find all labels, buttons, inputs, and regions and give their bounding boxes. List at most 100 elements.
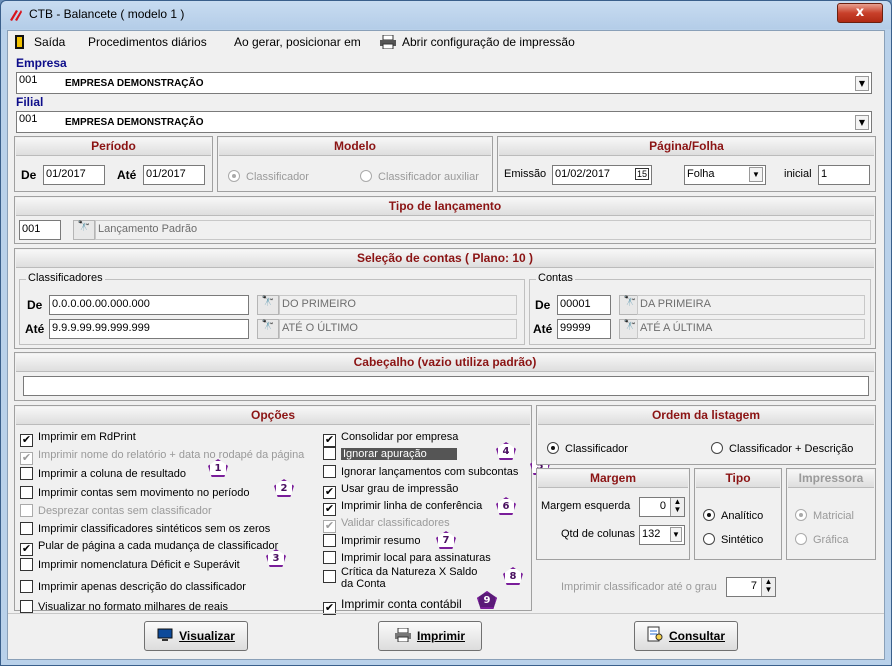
periodo-header: Período xyxy=(16,138,211,156)
emissao-input[interactable]: 01/02/2017 15 xyxy=(552,165,652,185)
contas-ate-desc: ATÉ A ÚLTIMA xyxy=(637,319,865,339)
ordem-opt2-label: Classificador + Descrição xyxy=(729,443,854,455)
opt-consolidar-empresa[interactable]: ✔ Consolidar por empresa xyxy=(323,431,458,447)
lancamento-desc: Lançamento Padrão xyxy=(95,220,871,240)
opt-imprimir-rdprint[interactable]: ✔ Imprimir em RdPrint xyxy=(20,431,136,447)
class-de-desc: DO PRIMEIRO xyxy=(279,295,517,315)
close-button[interactable]: x xyxy=(837,3,883,23)
folha-select[interactable]: Folha ▼ xyxy=(684,165,766,185)
periodo-panel: Período De 01/2017 Até 01/2017 xyxy=(14,136,213,192)
impressora-header: Impressora xyxy=(788,470,874,488)
chevron-down-icon[interactable]: ▼ xyxy=(855,115,869,130)
inicial-label: inicial xyxy=(784,168,812,180)
opt-local-assinaturas[interactable]: Imprimir local para assinaturas xyxy=(323,551,491,566)
empresa-name: EMPRESA DEMONSTRAÇÃO xyxy=(65,78,204,89)
modelo-classificador-auxiliar-radio[interactable]: Classificador auxiliar xyxy=(360,170,479,183)
opcoes-header: Opções xyxy=(16,407,530,425)
cabecalho-input[interactable] xyxy=(23,376,869,396)
contas-de-label: De xyxy=(535,298,551,312)
filial-select[interactable]: 001 EMPRESA DEMONSTRAÇÃO ▼ xyxy=(16,111,872,133)
menu-position-on-generate[interactable]: Ao gerar, posicionar em xyxy=(234,35,361,49)
impressora-grafica-radio: Gráfica xyxy=(795,533,848,546)
binoculars-icon[interactable]: 🔭 xyxy=(73,220,95,240)
opt-contas-sem-movimento[interactable]: Imprimir contas sem movimento no período xyxy=(20,486,250,501)
margem-header: Margem xyxy=(538,470,688,488)
document-search-icon xyxy=(647,626,663,642)
impressora-matricial-radio: Matricial xyxy=(795,509,854,522)
visualizar-button[interactable]: Visualizar xyxy=(144,621,248,651)
class-ate-desc: ATÉ O ÚLTIMO xyxy=(279,319,517,339)
client-area: Saída Procedimentos diários Ao gerar, po… xyxy=(7,30,885,660)
contas-de-input[interactable]: 00001 xyxy=(557,295,611,315)
spinner-icon[interactable]: ▲ ▼ xyxy=(670,498,684,516)
printer-icon xyxy=(394,628,411,642)
opt-ignorar-apuracao[interactable]: Ignorar apuração xyxy=(323,447,457,462)
opt-usar-grau[interactable]: ✔ Usar grau de impressão xyxy=(323,483,458,499)
opt-ignorar-subcontas[interactable]: Ignorar lançamentos com subcontas xyxy=(323,465,518,480)
folha-value: Folha xyxy=(687,168,715,180)
modelo-classificador-radio[interactable]: Classificador xyxy=(228,170,309,183)
periodo-to-label: Até xyxy=(117,168,137,182)
grau-label: Imprimir classificador até o grau xyxy=(561,581,717,593)
ordem-panel: Ordem da listagem Classificador Classifi… xyxy=(536,405,876,465)
empresa-select[interactable]: 001 EMPRESA DEMONSTRAÇÃO ▼ xyxy=(16,72,872,94)
ordem-classificador-radio[interactable]: Classificador xyxy=(547,442,628,455)
tipo-header: Tipo xyxy=(696,470,780,488)
lancamento-header: Tipo de lançamento xyxy=(16,198,874,216)
filial-name: EMPRESA DEMONSTRAÇÃO xyxy=(65,117,204,128)
filial-code: 001 xyxy=(19,113,38,125)
chevron-down-icon[interactable]: ▼ xyxy=(855,76,869,91)
impressora-panel: Impressora Matricial Gráfica xyxy=(786,468,876,560)
class-de-label: De xyxy=(27,298,43,312)
opt-apenas-descricao[interactable]: Imprimir apenas descrição do classificad… xyxy=(20,580,246,595)
menu-daily-procedures[interactable]: Procedimentos diários xyxy=(88,35,207,49)
inicial-input[interactable]: 1 xyxy=(818,165,870,185)
margem-esquerda-value: 0 xyxy=(659,500,666,512)
opt-imprimir-resumo[interactable]: Imprimir resumo xyxy=(323,534,420,549)
contas-ate-input[interactable]: 99999 xyxy=(557,319,611,339)
qtd-colunas-select[interactable]: 132 ▼ xyxy=(639,525,685,545)
ordem-header: Ordem da listagem xyxy=(538,407,874,425)
opt-coluna-resultado[interactable]: Imprimir a coluna de resultado xyxy=(20,467,186,482)
window-title: CTB - Balancete ( modelo 1 ) xyxy=(29,7,185,21)
spinner-icon[interactable]: ▲ ▼ xyxy=(761,578,775,596)
pagina-header: Página/Folha xyxy=(499,138,874,156)
ordem-classificador-descricao-radio[interactable]: Classificador + Descrição xyxy=(711,442,853,455)
binoculars-icon[interactable]: 🔭 xyxy=(257,319,279,339)
class-ate-input[interactable]: 9.9.9.99.99.999.999 xyxy=(49,319,249,339)
class-de-input[interactable]: 0.0.0.00.00.000.000 xyxy=(49,295,249,315)
tipo-sintetico-radio[interactable]: Sintético xyxy=(703,533,763,546)
chevron-down-icon[interactable]: ▼ xyxy=(749,167,763,182)
menu-open-print-config[interactable]: Abrir configuração de impressão xyxy=(402,35,575,49)
periodo-from-input[interactable]: 01/2017 xyxy=(43,165,105,185)
lancamento-code-input[interactable]: 001 xyxy=(19,220,61,240)
opt-critica-natureza[interactable]: Crítica da Natureza X Saldo da Conta xyxy=(323,566,481,594)
chevron-down-icon[interactable]: ▼ xyxy=(670,527,682,542)
imprimir-button[interactable]: Imprimir xyxy=(378,621,482,651)
opt-conta-contabil[interactable]: ✔ Imprimir conta contábil xyxy=(323,597,462,615)
grau-input[interactable]: 7 ▲ ▼ xyxy=(726,577,776,597)
qtd-colunas-value: 132 xyxy=(642,528,661,540)
selecao-panel: Seleção de contas ( Plano: 10 ) Classifi… xyxy=(14,248,876,349)
cabecalho-header: Cabeçalho (vazio utiliza padrão) xyxy=(16,354,874,372)
margem-esquerda-input[interactable]: 0 ▲ ▼ xyxy=(639,497,685,517)
empresa-label: Empresa xyxy=(16,56,67,70)
emissao-label: Emissão xyxy=(504,168,547,180)
binoculars-icon[interactable]: 🔭 xyxy=(257,295,279,315)
filial-label: Filial xyxy=(16,95,44,109)
consultar-button[interactable]: Consultar xyxy=(634,621,738,651)
menu-exit[interactable]: Saída xyxy=(34,35,65,49)
app-window: CTB - Balancete ( modelo 1 ) x Saída Pro… xyxy=(0,0,892,666)
opt-nome-relatorio-rodape: ✔ Imprimir nome do relatório + data no ro… xyxy=(20,449,305,465)
printer-icon xyxy=(380,35,396,49)
margem-panel: Margem Margem esquerda 0 ▲ ▼ Qtd de coluna… xyxy=(536,468,690,560)
opt-deficit-superavit[interactable]: Imprimir nomenclatura Déficit e Superávi… xyxy=(20,558,240,573)
calendar-icon[interactable]: 15 xyxy=(634,168,649,180)
class-ate-label: Até xyxy=(25,322,45,336)
grau-value: 7 xyxy=(750,580,757,592)
opt-sinteticos-sem-zeros[interactable]: Imprimir classificadores sintéticos sem … xyxy=(20,522,270,537)
tipo-analitico-radio[interactable]: Analítico xyxy=(703,509,763,522)
opt-pular-pagina[interactable]: ✔ Pular de página a cada mudança de class… xyxy=(20,540,278,556)
opt-linha-conferencia[interactable]: ✔ Imprimir linha de conferência xyxy=(323,500,482,516)
periodo-to-input[interactable]: 01/2017 xyxy=(143,165,205,185)
